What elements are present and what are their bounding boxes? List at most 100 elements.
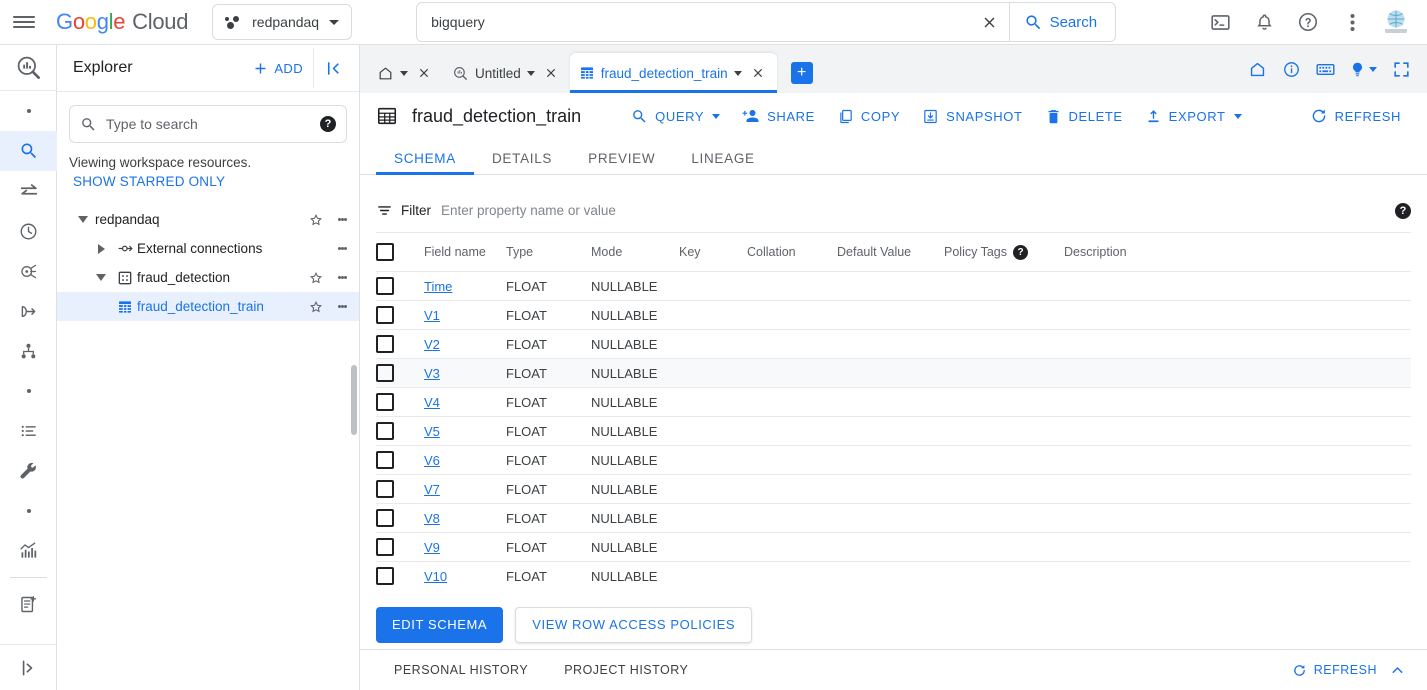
column-header-collation[interactable]: Collation xyxy=(747,233,837,272)
column-header-default-value[interactable]: Default Value xyxy=(837,233,944,272)
field-link[interactable]: V5 xyxy=(424,424,440,439)
tree-item-fraud-detection[interactable]: fraud_detection xyxy=(57,263,359,292)
field-link[interactable]: V3 xyxy=(424,366,440,381)
field-link[interactable]: V2 xyxy=(424,337,440,352)
tips-icon[interactable] xyxy=(1343,53,1383,85)
tab-fraud-detection-train[interactable]: fraud_detection_train xyxy=(569,53,777,93)
explorer-scrollbar[interactable] xyxy=(351,365,357,435)
table-row[interactable]: V4 FLOAT NULLABLE xyxy=(376,387,1411,417)
explorer-search-input[interactable] xyxy=(106,116,311,132)
field-link[interactable]: V8 xyxy=(424,511,440,526)
transfers-icon[interactable] xyxy=(0,171,57,211)
search-button[interactable]: Search xyxy=(1008,3,1116,41)
row-checkbox[interactable] xyxy=(376,422,394,440)
column-header-mode[interactable]: Mode xyxy=(591,233,679,272)
table-row[interactable]: V6 FLOAT NULLABLE xyxy=(376,445,1411,475)
delete-button[interactable]: DELETE xyxy=(1035,99,1133,133)
row-checkbox[interactable] xyxy=(376,567,394,586)
table-row[interactable]: V3 FLOAT NULLABLE xyxy=(376,358,1411,388)
keyboard-shortcuts-icon[interactable] xyxy=(1309,53,1341,85)
field-link[interactable]: V7 xyxy=(424,482,440,497)
info-icon[interactable] xyxy=(1275,53,1307,85)
row-checkbox[interactable] xyxy=(376,277,394,295)
column-header-key[interactable]: Key xyxy=(679,233,747,272)
field-link[interactable]: Time xyxy=(424,279,452,294)
share-button[interactable]: SHARE xyxy=(732,99,825,133)
tree-item-fraud-detection-train[interactable]: fraud_detection_train xyxy=(57,292,359,321)
edit-schema-button[interactable]: EDIT SCHEMA xyxy=(376,606,504,643)
tab-lineage[interactable]: LINEAGE xyxy=(673,151,772,174)
select-all-checkbox[interactable] xyxy=(376,243,394,261)
row-checkbox[interactable] xyxy=(376,335,394,353)
view-row-access-policies-button[interactable]: VIEW ROW ACCESS POLICIES xyxy=(515,606,753,643)
help-icon[interactable] xyxy=(1289,3,1327,41)
notebook-icon[interactable] xyxy=(0,584,57,624)
table-row[interactable]: V8 FLOAT NULLABLE xyxy=(376,503,1411,533)
avatar[interactable] xyxy=(1381,7,1411,37)
table-row[interactable]: Time FLOAT NULLABLE xyxy=(376,271,1411,301)
main-menu-button[interactable] xyxy=(0,0,48,45)
row-checkbox[interactable] xyxy=(376,451,394,469)
help-icon[interactable]: ? xyxy=(320,116,336,132)
notifications-icon[interactable] xyxy=(1245,3,1283,41)
collapse-panel-icon[interactable] xyxy=(313,48,353,88)
close-icon[interactable] xyxy=(748,63,768,83)
export-button[interactable]: EXPORT xyxy=(1135,99,1252,133)
tab-personal-history[interactable]: PERSONAL HISTORY xyxy=(376,663,546,677)
fullscreen-icon[interactable] xyxy=(1385,53,1417,85)
expand-twisty-icon[interactable] xyxy=(71,216,95,223)
tab-schema[interactable]: SCHEMA xyxy=(376,151,474,175)
query-button[interactable]: QUERY xyxy=(621,99,730,133)
star-icon[interactable] xyxy=(305,266,327,290)
chevron-down-icon[interactable] xyxy=(733,70,742,76)
copy-button[interactable]: COPY xyxy=(827,99,910,133)
chevron-down-icon[interactable] xyxy=(400,70,408,76)
field-link[interactable]: V1 xyxy=(424,308,440,323)
bigquery-logo-icon[interactable] xyxy=(0,45,57,91)
table-row[interactable]: V5 FLOAT NULLABLE xyxy=(376,416,1411,446)
help-icon[interactable]: ? xyxy=(1013,244,1028,260)
row-checkbox[interactable] xyxy=(376,364,394,382)
more-options-icon[interactable] xyxy=(1333,3,1371,41)
expand-twisty-icon[interactable] xyxy=(89,274,113,281)
column-header-type[interactable]: Type xyxy=(506,233,591,272)
tab-untitled[interactable]: Untitled xyxy=(443,53,570,93)
home-icon[interactable] xyxy=(1241,53,1273,85)
chevron-down-icon[interactable] xyxy=(526,70,535,76)
tab-preview[interactable]: PREVIEW xyxy=(570,151,673,174)
close-icon[interactable] xyxy=(414,63,434,83)
row-checkbox[interactable] xyxy=(376,393,394,411)
table-row[interactable]: V10 FLOAT NULLABLE xyxy=(376,561,1411,591)
filter-input[interactable] xyxy=(441,203,1385,218)
field-link[interactable]: V6 xyxy=(424,453,440,468)
row-checkbox[interactable] xyxy=(376,509,394,527)
table-row[interactable]: V2 FLOAT NULLABLE xyxy=(376,329,1411,359)
data-transfer-icon[interactable] xyxy=(0,291,57,331)
refresh-button[interactable]: REFRESH xyxy=(1300,99,1411,133)
job-list-icon[interactable] xyxy=(0,411,57,451)
row-checkbox[interactable] xyxy=(376,306,394,324)
close-icon[interactable] xyxy=(541,63,561,83)
add-button[interactable]: ADD xyxy=(242,60,313,77)
tree-item-external-connections[interactable]: External connections xyxy=(57,234,359,263)
column-header-description[interactable]: Description xyxy=(1064,233,1411,272)
star-icon[interactable] xyxy=(305,208,327,232)
field-link[interactable]: V10 xyxy=(424,569,447,584)
column-header-field-name[interactable]: Field name xyxy=(424,233,506,272)
search-icon[interactable] xyxy=(0,131,57,171)
google-cloud-logo[interactable]: Google Cloud xyxy=(56,9,188,35)
clear-search-icon[interactable] xyxy=(971,3,1009,41)
expand-twisty-icon[interactable] xyxy=(89,243,113,254)
dataform-icon[interactable] xyxy=(0,331,57,371)
tree-item-redpandaq[interactable]: redpandaq xyxy=(57,205,359,234)
help-icon[interactable]: ? xyxy=(1395,202,1411,219)
tab-project-history[interactable]: PROJECT HISTORY xyxy=(546,663,706,677)
admin-tools-icon[interactable] xyxy=(0,451,57,491)
tab-home[interactable] xyxy=(368,53,443,93)
chevron-up-icon[interactable] xyxy=(1383,656,1411,684)
search-input[interactable] xyxy=(417,3,971,41)
more-options-icon[interactable] xyxy=(331,295,353,319)
add-tab-button[interactable]: + xyxy=(790,62,813,84)
star-icon[interactable] xyxy=(305,295,327,319)
cloud-shell-icon[interactable] xyxy=(1201,3,1239,41)
